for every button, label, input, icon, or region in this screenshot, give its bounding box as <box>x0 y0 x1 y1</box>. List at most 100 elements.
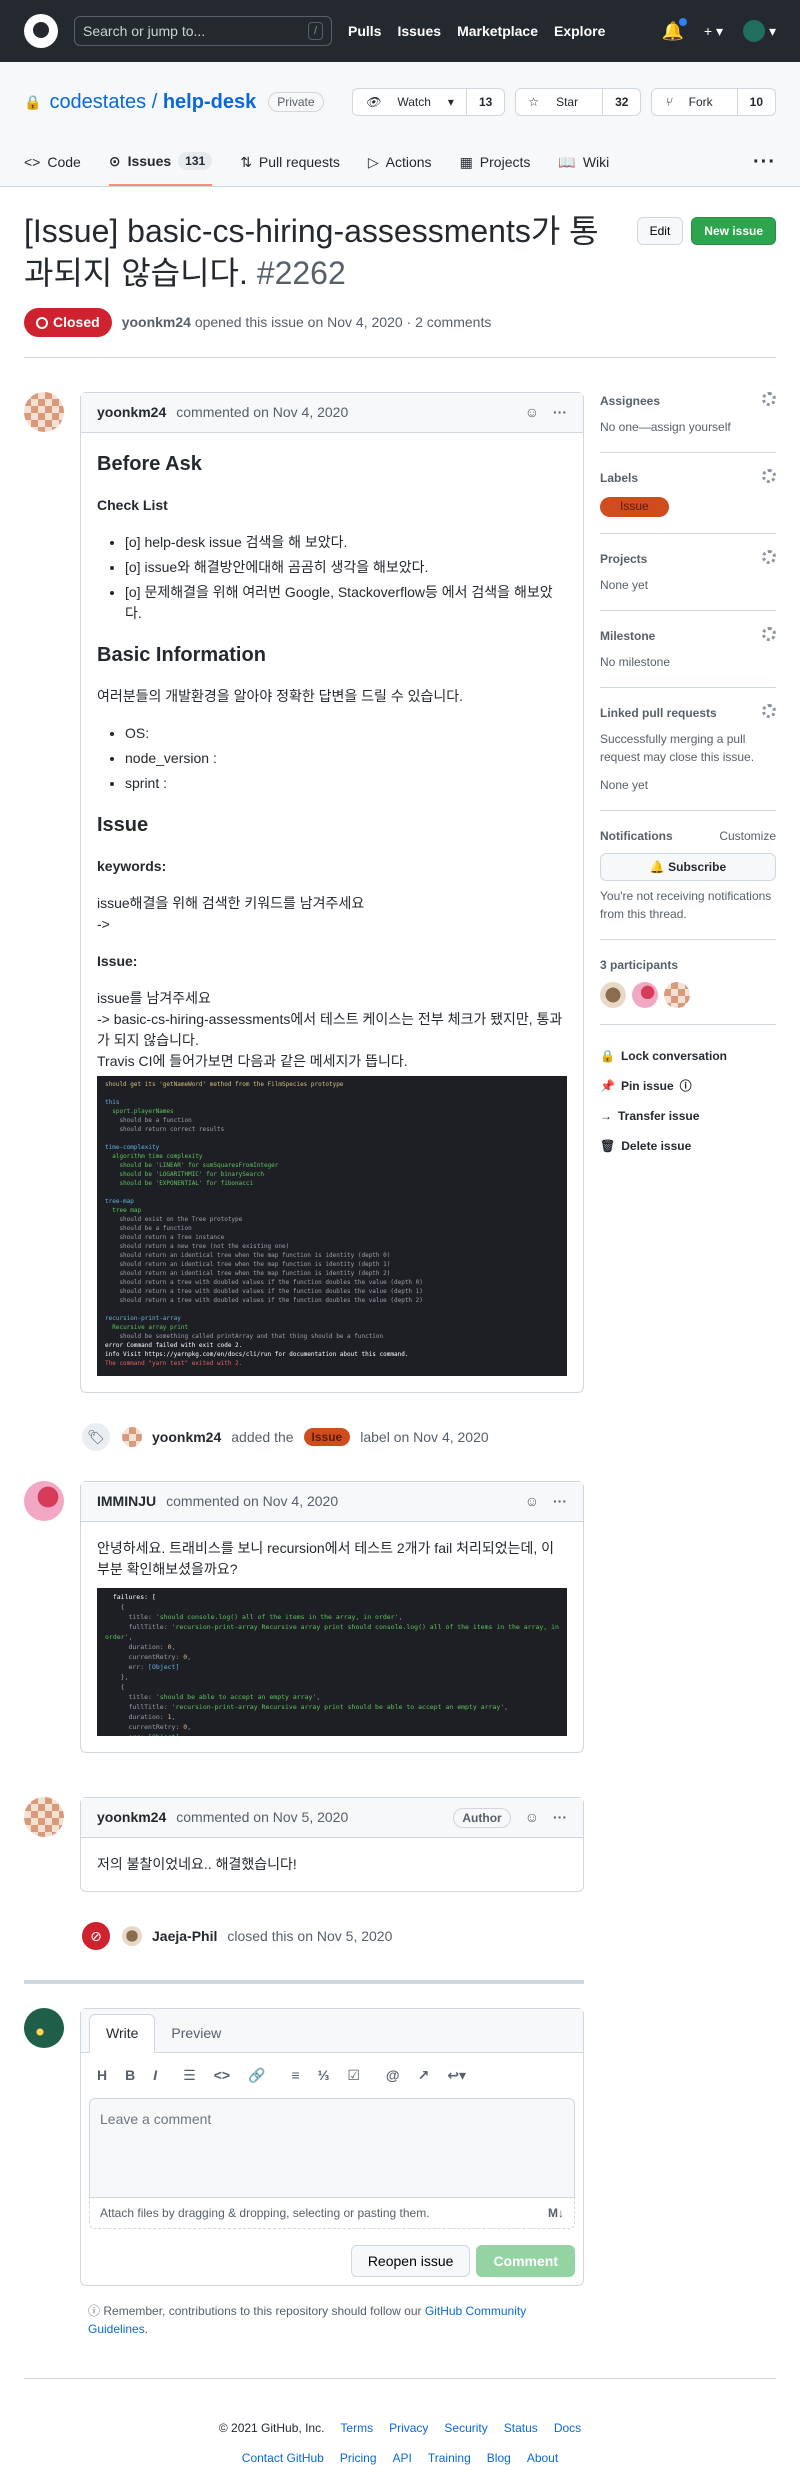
unordered-list-icon[interactable]: ≡ <box>292 2065 300 2086</box>
projects-heading[interactable]: Projects <box>600 550 647 568</box>
nav-pulls[interactable]: Pulls <box>348 21 381 42</box>
comment-author[interactable]: yoonkm24 <box>97 402 166 423</box>
more-menu-icon[interactable]: ··· <box>753 147 776 177</box>
gear-icon[interactable] <box>762 627 776 642</box>
avatar[interactable] <box>24 1797 64 1838</box>
cross-reference-icon[interactable]: ↗ <box>418 2065 430 2086</box>
nav-explore[interactable]: Explore <box>554 21 605 42</box>
quote-icon[interactable]: ☰ <box>183 2065 196 2086</box>
tab-issues[interactable]: ⊙ Issues 131 <box>108 138 213 186</box>
issue-label[interactable]: Issue <box>303 1428 351 1447</box>
footer-link-blog[interactable]: Blog <box>487 2449 511 2465</box>
pin-issue-link[interactable]: 📌 Pin issue ⓘ <box>600 1071 776 1101</box>
gear-icon[interactable] <box>762 550 776 565</box>
star-count[interactable]: 32 <box>602 89 640 115</box>
star-button[interactable]: ☆ Star 32 <box>515 88 642 116</box>
smiley-icon[interactable]: ☺ <box>525 1807 539 1828</box>
smiley-icon[interactable]: ☺ <box>525 1491 539 1512</box>
ordered-list-icon[interactable]: ⅓ <box>318 2065 330 2086</box>
kebab-menu-icon[interactable]: ··· <box>553 1491 567 1512</box>
tab-preview[interactable]: Preview <box>155 2015 237 2052</box>
nav-issues[interactable]: Issues <box>397 21 441 42</box>
tab-wiki[interactable]: 📖 Wiki <box>558 138 609 186</box>
avatar[interactable] <box>122 1926 142 1947</box>
italic-icon[interactable]: I <box>153 2065 157 2086</box>
issue-author-link[interactable]: yoonkm24 <box>122 314 191 330</box>
footer-link-terms[interactable]: Terms <box>340 2419 373 2437</box>
bold-icon[interactable]: B <box>125 2065 135 2086</box>
user-menu[interactable]: ▾ <box>742 20 776 42</box>
link-icon[interactable]: 🔗 <box>248 2065 265 2086</box>
linked-prs-heading[interactable]: Linked pull requests <box>600 704 717 722</box>
search-input[interactable]: Search or jump to... / <box>74 16 332 46</box>
gear-icon[interactable] <box>762 392 776 407</box>
avatar[interactable] <box>122 1427 142 1448</box>
subscribe-button[interactable]: 🔔 Subscribe <box>600 853 776 882</box>
milestone-heading[interactable]: Milestone <box>600 627 655 645</box>
repo-owner-link[interactable]: codestates <box>49 91 146 113</box>
footer-link-contact[interactable]: Contact GitHub <box>242 2449 324 2465</box>
markdown-icon[interactable]: M↓ <box>548 2204 564 2222</box>
reply-icon[interactable]: ↩▾ <box>447 2065 466 2086</box>
avatar[interactable] <box>600 982 626 1009</box>
footer-link-about[interactable]: About <box>527 2449 558 2465</box>
kebab-menu-icon[interactable]: ··· <box>553 1807 567 1828</box>
footer-link-pricing[interactable]: Pricing <box>340 2449 377 2465</box>
fork-button[interactable]: ⑂ Fork 10 <box>651 88 776 116</box>
create-new-menu[interactable]: + ▾ <box>704 21 723 42</box>
event-actor[interactable]: yoonkm24 <box>152 1427 221 1448</box>
avatar[interactable] <box>24 392 64 433</box>
assignees-value[interactable]: No one—assign yourself <box>600 418 776 436</box>
fork-count[interactable]: 10 <box>736 89 775 115</box>
comment-date[interactable]: commented on Nov 5, 2020 <box>176 1807 348 1828</box>
tab-write[interactable]: Write <box>89 2014 156 2054</box>
footer-link-training[interactable]: Training <box>428 2449 471 2465</box>
tab-projects[interactable]: ▦ Projects <box>460 138 531 186</box>
nav-marketplace[interactable]: Marketplace <box>457 21 538 42</box>
avatar[interactable] <box>664 982 690 1009</box>
tab-code[interactable]: <> Code <box>24 138 81 186</box>
labels-heading[interactable]: Labels <box>600 469 638 487</box>
footer-link-privacy[interactable]: Privacy <box>389 2419 428 2437</box>
tab-pull-requests[interactable]: ⇅ Pull requests <box>240 138 340 186</box>
customize-link[interactable]: Customize <box>719 827 776 845</box>
edit-title-button[interactable]: Edit <box>636 217 684 245</box>
lock-conversation-link[interactable]: 🔒 Lock conversation <box>600 1041 776 1071</box>
code-icon[interactable]: <> <box>214 2065 230 2086</box>
comment-date[interactable]: commented on Nov 4, 2020 <box>166 1491 338 1512</box>
footer-link-api[interactable]: API <box>393 2449 412 2465</box>
watch-count[interactable]: 13 <box>465 89 504 115</box>
travis-log-screenshot[interactable]: should get its 'getNameWord' method from… <box>97 1076 567 1377</box>
comment-date[interactable]: commented on Nov 4, 2020 <box>176 402 348 423</box>
avatar[interactable] <box>632 982 658 1009</box>
footer-link-status[interactable]: Status <box>504 2419 538 2437</box>
repo-name-link[interactable]: help-desk <box>163 91 256 113</box>
task-list-icon[interactable]: ☑ <box>347 2065 360 2086</box>
footer-link-docs[interactable]: Docs <box>554 2419 581 2437</box>
reopen-issue-button[interactable]: Reopen issue <box>350 2245 471 2278</box>
event-actor[interactable]: Jaeja-Phil <box>152 1926 217 1947</box>
comment-button[interactable]: Comment <box>476 2245 575 2278</box>
failure-log-screenshot[interactable]: failures: [ { title: 'should console.log… <box>97 1588 567 1737</box>
issue-label[interactable]: Issue <box>600 497 669 518</box>
gear-icon[interactable] <box>762 704 776 719</box>
smiley-icon[interactable]: ☺ <box>525 402 539 423</box>
notifications-bell-icon[interactable]: 🔔 <box>661 17 687 45</box>
transfer-issue-link[interactable]: → Transfer issue <box>600 1101 776 1131</box>
assignees-heading[interactable]: Assignees <box>600 392 660 410</box>
comment-author[interactable]: IMMINJU <box>97 1491 156 1512</box>
comment-author[interactable]: yoonkm24 <box>97 1807 166 1828</box>
tab-actions[interactable]: ▷ Actions <box>368 138 432 186</box>
delete-issue-link[interactable]: 🗑 Delete issue <box>600 1131 776 1161</box>
mention-icon[interactable]: @ <box>386 2065 400 2086</box>
watch-button[interactable]: 👁 Watch ▾ 13 <box>352 88 506 116</box>
kebab-menu-icon[interactable]: ··· <box>553 402 567 423</box>
gear-icon[interactable] <box>762 469 776 484</box>
comment-textarea[interactable]: Leave a comment <box>89 2098 575 2199</box>
github-logo-icon[interactable] <box>24 14 58 48</box>
new-issue-button[interactable]: New issue <box>691 217 776 245</box>
footer-link-security[interactable]: Security <box>444 2419 487 2437</box>
avatar[interactable] <box>24 2008 64 2049</box>
heading-icon[interactable]: H <box>97 2065 107 2086</box>
avatar[interactable] <box>24 1481 64 1522</box>
